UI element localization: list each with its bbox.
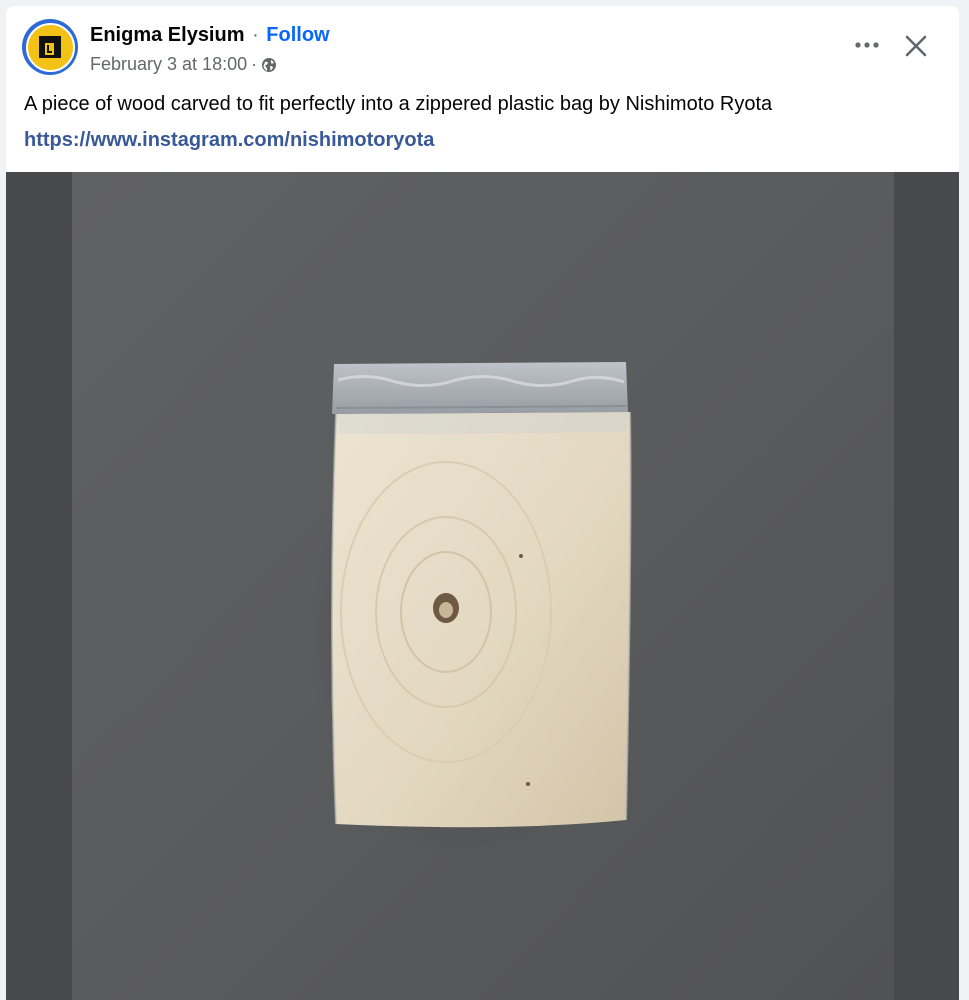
post-text: A piece of wood carved to fit perfectly … [24,93,773,115]
close-icon [905,35,927,57]
meta-separator: · [251,54,258,74]
post-meta: February 3 at 18:00 · [90,54,277,75]
more-options-button[interactable] [849,31,885,59]
post-image[interactable] [6,172,959,1000]
close-button[interactable] [898,28,934,64]
follow-button[interactable]: Follow [266,24,329,46]
header-separator: · [252,24,259,46]
page-avatar[interactable] [22,19,78,75]
instagram-link[interactable]: https://www.instagram.com/nishimotoryota [24,129,434,152]
wood-bag-photo [6,172,959,1000]
more-horizontal-icon [855,42,879,48]
post-card: Enigma Elysium · Follow February 3 at 18… [6,6,959,1000]
page-logo-icon [39,36,61,58]
author-name[interactable]: Enigma Elysium [90,24,245,46]
post-header: Enigma Elysium · Follow [90,24,330,47]
post-timestamp[interactable]: February 3 at 18:00 [90,54,247,75]
globe-icon [262,57,277,72]
